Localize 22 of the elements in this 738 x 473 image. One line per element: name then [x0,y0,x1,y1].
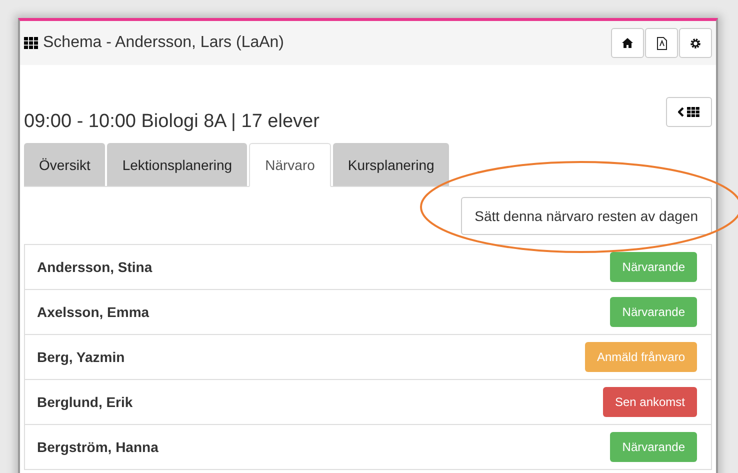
tab[interactable]: Översikt [24,143,106,186]
settings-icon [690,38,701,48]
attendance-status-button[interactable]: Sen ankomst [602,387,697,417]
grid-icon [24,37,38,49]
home-button[interactable] [611,28,644,58]
student-name: Bergström, Hanna [37,439,158,455]
chevron-grid-icon [678,107,700,117]
lesson-title: 09:00 - 10:00 Biologi 8A | 17 elever [24,111,320,133]
home-icon [622,38,633,48]
header-title: Schema - Andersson, Lars (LaAn) [43,34,284,52]
tab[interactable]: Kursplanering [332,143,450,186]
set-rest-of-day-button[interactable]: Sätt denna närvaro resten av dagen [460,197,712,235]
tab[interactable]: Lektionsplanering [107,143,248,186]
collapse-button[interactable] [666,97,712,127]
document-icon [656,36,666,50]
student-name: Andersson, Stina [37,259,152,275]
student-name: Axelsson, Emma [37,304,150,320]
tab[interactable]: Närvaro [249,143,331,187]
pdf-button[interactable] [645,28,678,58]
settings-button[interactable] [679,28,712,58]
student-name: Berg, Yazmin [37,349,125,365]
student-name: Berglund, Erik [37,394,133,410]
